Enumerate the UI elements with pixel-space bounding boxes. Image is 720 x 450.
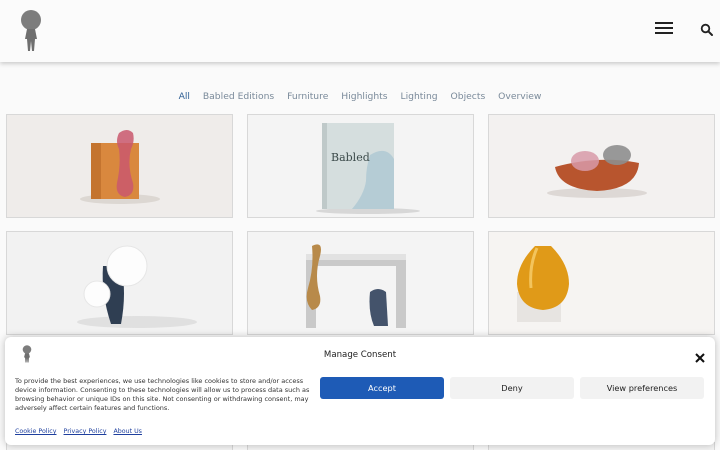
consent-links: Cookie Policy Privacy Policy About Us (15, 428, 147, 435)
filter-highlights[interactable]: Highlights (341, 91, 387, 102)
consent-description: To provide the best experiences, we use … (15, 377, 310, 412)
portfolio-tile-2[interactable]: Babled (247, 114, 474, 218)
about-us-link[interactable]: About Us (113, 428, 142, 435)
deny-button[interactable]: Deny (450, 377, 574, 399)
wooden-bowl-image (489, 115, 714, 217)
consent-title: Manage Consent (323, 350, 397, 360)
close-icon[interactable] (694, 349, 706, 363)
hamburger-menu-icon[interactable] (655, 22, 675, 36)
filter-objects[interactable]: Objects (451, 91, 486, 102)
cookie-policy-link[interactable]: Cookie Policy (15, 428, 57, 435)
privacy-policy-link[interactable]: Privacy Policy (64, 428, 107, 435)
marble-console-image (248, 232, 473, 334)
view-preferences-button[interactable]: View preferences (580, 377, 704, 399)
filter-lighting[interactable]: Lighting (400, 91, 437, 102)
accept-button[interactable]: Accept (320, 377, 444, 399)
filter-babled-editions[interactable]: Babled Editions (203, 91, 274, 102)
cookie-consent-banner: Manage Consent To provide the best exper… (5, 337, 715, 445)
portfolio-tile-4[interactable] (6, 231, 233, 335)
portfolio-filter-bar: All Babled Editions Furniture Highlights… (0, 91, 720, 102)
amber-glass-vessel-image (489, 232, 714, 334)
site-logo-icon[interactable] (19, 10, 43, 52)
dark-glass-lamp-image (7, 232, 232, 334)
site-header (0, 0, 720, 62)
book-title-text: Babled (331, 151, 370, 164)
portfolio-tile-5[interactable] (247, 231, 474, 335)
portfolio-tile-6[interactable] (488, 231, 715, 335)
babled-book-image: Babled (248, 115, 473, 217)
search-icon[interactable] (700, 22, 714, 36)
filter-all[interactable]: All (179, 91, 190, 102)
filter-furniture[interactable]: Furniture (287, 91, 328, 102)
portfolio-tile-3[interactable] (488, 114, 715, 218)
portfolio-tile-1[interactable] (6, 114, 233, 218)
filter-overview[interactable]: Overview (498, 91, 541, 102)
wooden-block-vase-image (7, 115, 232, 217)
